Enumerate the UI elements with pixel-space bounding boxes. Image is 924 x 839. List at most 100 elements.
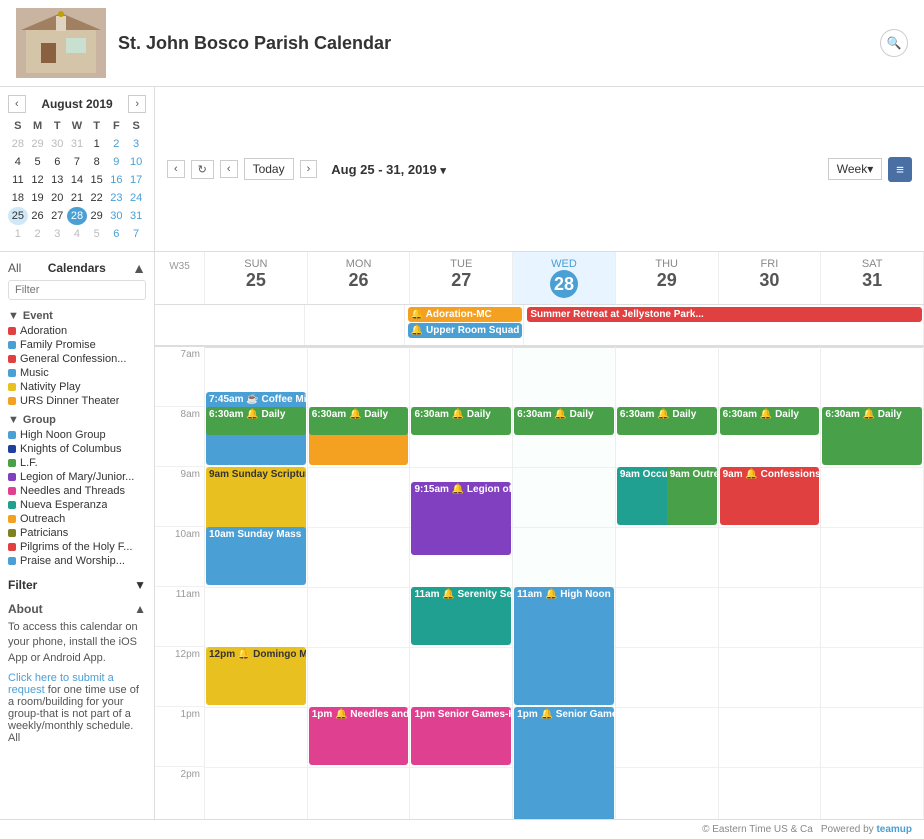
cal-item[interactable]: Nueva Esperanza (8, 498, 146, 512)
mini-cal-day[interactable]: 23 (107, 189, 127, 207)
mini-cal-day[interactable]: 6 (47, 153, 67, 171)
event-group-header[interactable]: ▼ Event (8, 310, 146, 322)
event-block[interactable]: 9am 🔔 Confessions (720, 467, 820, 525)
mini-cal-day[interactable]: 5 (87, 225, 107, 243)
mini-cal-day[interactable]: 29 (28, 135, 48, 153)
mini-cal-day[interactable]: 4 (8, 153, 28, 171)
mini-cal-day[interactable]: 12 (28, 171, 48, 189)
cal-item[interactable]: Music (8, 366, 146, 380)
cal-dot (8, 355, 16, 363)
mini-cal-day[interactable]: 11 (8, 171, 28, 189)
mini-cal-day[interactable]: 21 (67, 189, 87, 207)
calendar-area: W35 SUN25MON26TUE27WED28THU29FRI30SAT31 … (155, 252, 924, 819)
mini-cal-day[interactable]: 3 (47, 225, 67, 243)
mini-cal-day[interactable]: 30 (47, 135, 67, 153)
mini-cal-day[interactable]: 31 (67, 135, 87, 153)
mini-cal-day[interactable]: 30 (107, 207, 127, 225)
cal-item[interactable]: High Noon Group (8, 428, 146, 442)
cal-forward-btn[interactable]: › (300, 160, 318, 178)
cal-item[interactable]: L.F. (8, 456, 146, 470)
cal-item[interactable]: Outreach (8, 512, 146, 526)
week-view-btn[interactable]: Week▾ (828, 158, 882, 180)
cal-item[interactable]: Praise and Worship... (8, 554, 146, 568)
event-block[interactable]: 6:30am 🔔 Daily (309, 407, 409, 435)
event-block[interactable]: 6:30am 🔔 Daily (617, 407, 717, 435)
menu-btn[interactable]: ≡ (888, 157, 912, 182)
mini-cal-day[interactable]: 28 (8, 135, 28, 153)
allday-event-upperroom[interactable]: 🔔 Upper Room Squad (408, 323, 523, 338)
mini-cal-day[interactable]: 26 (28, 207, 48, 225)
mini-cal-day[interactable]: 6 (107, 225, 127, 243)
cal-item[interactable]: Adoration (8, 324, 146, 338)
event-block[interactable]: 9am Outreach-SFR (667, 467, 717, 525)
mini-cal-day[interactable]: 2 (107, 135, 127, 153)
mini-cal-day[interactable]: 15 (87, 171, 107, 189)
cal-dot (8, 369, 16, 377)
mini-cal-day[interactable]: 1 (8, 225, 28, 243)
mini-cal-day[interactable]: 25 (8, 207, 28, 225)
mini-cal-day[interactable]: 7 (67, 153, 87, 171)
filter-input[interactable] (8, 280, 146, 300)
event-block[interactable]: 1pm 🔔 Needles and Threads-SFR (309, 707, 409, 765)
mini-cal-day[interactable]: 31 (126, 207, 146, 225)
cal-dot (8, 341, 16, 349)
cal-item[interactable]: Knights of Columbus (8, 442, 146, 456)
mini-cal-day[interactable]: 13 (47, 171, 67, 189)
cal-item[interactable]: Family Promise (8, 338, 146, 352)
event-block[interactable]: 11am 🔔 High Noon Group-HH (514, 587, 614, 705)
search-button[interactable]: 🔍 (880, 29, 908, 57)
mini-cal-day[interactable]: 22 (87, 189, 107, 207)
event-block[interactable]: 6:30am 🔔 Daily (206, 407, 306, 435)
event-block[interactable]: 1pm 🔔 Senior Games-HH (514, 707, 614, 819)
event-block[interactable]: 1pm Senior Games-HH (411, 707, 511, 765)
mini-cal-day[interactable]: 28 (67, 207, 87, 225)
mini-cal-day[interactable]: 24 (126, 189, 146, 207)
event-block[interactable]: 9:15am 🔔 Legion of Mary-SFR (411, 482, 511, 555)
filter-btn[interactable]: Filter ▼ (8, 576, 146, 594)
about-toggle[interactable]: About ▲ (8, 602, 146, 616)
mini-cal-day[interactable]: 19 (28, 189, 48, 207)
mini-cal-day[interactable]: 29 (87, 207, 107, 225)
cal-refresh-btn[interactable]: ↻ (191, 160, 214, 179)
cal-item[interactable]: General Confession... (8, 352, 146, 366)
mini-cal-day[interactable]: 17 (126, 171, 146, 189)
time-label-12pm: 12pm (155, 647, 204, 707)
event-block[interactable]: 6:30am 🔔 Daily (822, 407, 922, 435)
event-block[interactable]: 6:30am 🔔 Daily (514, 407, 614, 435)
event-block[interactable]: 6:30am 🔔 Daily (720, 407, 820, 435)
mini-prev-btn[interactable]: ‹ (8, 95, 26, 113)
cal-item[interactable]: Needles and Threads (8, 484, 146, 498)
mini-cal-day[interactable]: 27 (47, 207, 67, 225)
event-block[interactable]: 12pm 🔔 Domingo Misa (206, 647, 306, 705)
mini-cal-day[interactable]: 7 (126, 225, 146, 243)
event-block[interactable]: 11am 🔔 Serenity Seekers-HH (411, 587, 511, 645)
mini-cal-day[interactable]: 14 (67, 171, 87, 189)
group-group-header[interactable]: ▼ Group (8, 414, 146, 426)
cal-item[interactable]: URS Dinner Theater (8, 394, 146, 408)
mini-cal-day[interactable]: 2 (28, 225, 48, 243)
mini-cal-day[interactable]: 16 (107, 171, 127, 189)
mini-cal-day[interactable]: 1 (87, 135, 107, 153)
mini-cal-day[interactable]: 5 (28, 153, 48, 171)
allday-event-summerretreat[interactable]: Summer Retreat at Jellystone Park... (527, 307, 922, 322)
mini-cal-day[interactable]: 8 (87, 153, 107, 171)
event-block[interactable]: 6:30am 🔔 Daily (411, 407, 511, 435)
sidebar-collapse-btn[interactable]: ▲ (132, 260, 146, 276)
cal-item[interactable]: Legion of Mary/Junior... (8, 470, 146, 484)
cal-item[interactable]: Nativity Play (8, 380, 146, 394)
event-block[interactable]: 10am Sunday Mass (206, 527, 306, 585)
allday-event-adoration[interactable]: 🔔 Adoration-MC (408, 307, 523, 322)
cal-back-btn[interactable]: ‹ (220, 160, 238, 178)
mini-cal-day[interactable]: 20 (47, 189, 67, 207)
mini-cal-day[interactable]: 4 (67, 225, 87, 243)
cal-today-btn[interactable]: Today (244, 158, 294, 180)
mini-cal-day[interactable]: 10 (126, 153, 146, 171)
mini-cal-day[interactable]: 3 (126, 135, 146, 153)
cal-dot (8, 473, 16, 481)
cal-prev-btn[interactable]: ‹ (167, 160, 185, 178)
mini-cal-day[interactable]: 9 (107, 153, 127, 171)
mini-cal-day[interactable]: 18 (8, 189, 28, 207)
cal-item[interactable]: Pilgrims of the Holy F... (8, 540, 146, 554)
mini-next-btn[interactable]: › (128, 95, 146, 113)
cal-item[interactable]: Patricians (8, 526, 146, 540)
